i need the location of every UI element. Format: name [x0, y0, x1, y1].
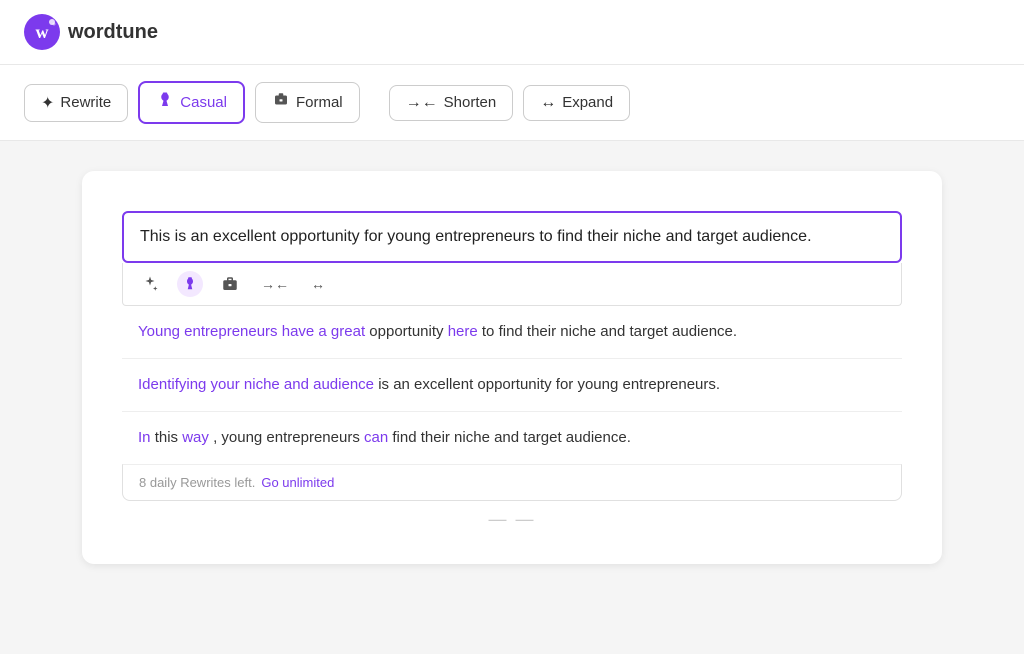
editor-container: This is an excellent opportunity for you… — [82, 171, 942, 564]
header: w wordtune — [0, 0, 1024, 65]
expand-button[interactable]: ↔ Expand — [523, 85, 630, 121]
expand-label: Expand — [562, 94, 613, 111]
mini-toolbar: →← ↔ — [122, 263, 902, 306]
suggestion-3-part-3: way — [182, 429, 209, 446]
daily-rewrites-text: 8 daily Rewrites left. — [139, 475, 255, 490]
formal-icon — [272, 91, 290, 114]
selected-text[interactable]: This is an excellent opportunity for you… — [122, 211, 902, 263]
go-unlimited-link[interactable]: Go unlimited — [261, 475, 334, 490]
suggestion-item[interactable]: In this way , young entrepreneurs can fi… — [122, 412, 902, 464]
suggestion-3-part-4: , young entrepreneurs — [213, 429, 364, 446]
toolbar: ✦ Rewrite Casual Formal →← Shorten ↔ — [0, 65, 1024, 141]
suggestion-2-part-2: is an excellent opportunity for young en… — [378, 376, 720, 393]
wordtune-logo-icon: w — [24, 14, 60, 50]
formal-label: Formal — [296, 94, 343, 111]
rewrite-label: Rewrite — [60, 94, 111, 111]
mini-casual-icon[interactable] — [177, 271, 203, 297]
suggestion-item[interactable]: Young entrepreneurs have a great opportu… — [122, 306, 902, 359]
suggestion-1-part-3: here — [448, 323, 478, 340]
mini-rewrite-icon[interactable] — [137, 273, 163, 295]
shorten-icon: →← — [406, 94, 438, 112]
drag-dots-icon: — — — [488, 509, 535, 530]
rewrite-icon: ✦ — [41, 93, 54, 113]
casual-icon — [156, 91, 174, 114]
logo-text: wordtune — [68, 21, 158, 44]
main-content: This is an excellent opportunity for you… — [0, 141, 1024, 594]
suggestion-3-part-6: find their niche and target audience. — [392, 429, 631, 446]
toolbar-separator — [374, 87, 375, 119]
panel-footer: 8 daily Rewrites left. Go unlimited — [122, 464, 902, 501]
casual-label: Casual — [180, 94, 227, 111]
svg-text:w: w — [36, 22, 49, 42]
drag-handle[interactable]: — — — [122, 501, 902, 534]
formal-button[interactable]: Formal — [255, 82, 360, 123]
rewrite-button[interactable]: ✦ Rewrite — [24, 84, 128, 122]
suggestion-3-part-2: this — [155, 429, 183, 446]
suggestion-1-part-4: to find their niche and target audience. — [482, 323, 737, 340]
expand-icon: ↔ — [540, 94, 556, 112]
logo-area: w wordtune — [24, 14, 158, 50]
mini-formal-icon[interactable] — [217, 273, 243, 295]
suggestions-scroll[interactable]: Young entrepreneurs have a great opportu… — [122, 306, 902, 464]
suggestion-item[interactable]: Identifying your niche and audience is a… — [122, 359, 902, 412]
mini-expand-icon[interactable]: ↔ — [307, 274, 329, 294]
suggestion-1-part-1: Young entrepreneurs have a great — [138, 323, 365, 340]
suggestion-3-part-1: In — [138, 429, 151, 446]
shorten-label: Shorten — [444, 94, 497, 111]
casual-button[interactable]: Casual — [138, 81, 245, 124]
suggestion-1-part-2: opportunity — [369, 323, 447, 340]
suggestion-2-part-1: Identifying your niche and audience — [138, 376, 374, 393]
shorten-button[interactable]: →← Shorten — [389, 85, 514, 121]
suggestion-3-part-5: can — [364, 429, 388, 446]
mini-shorten-icon[interactable]: →← — [257, 274, 293, 294]
